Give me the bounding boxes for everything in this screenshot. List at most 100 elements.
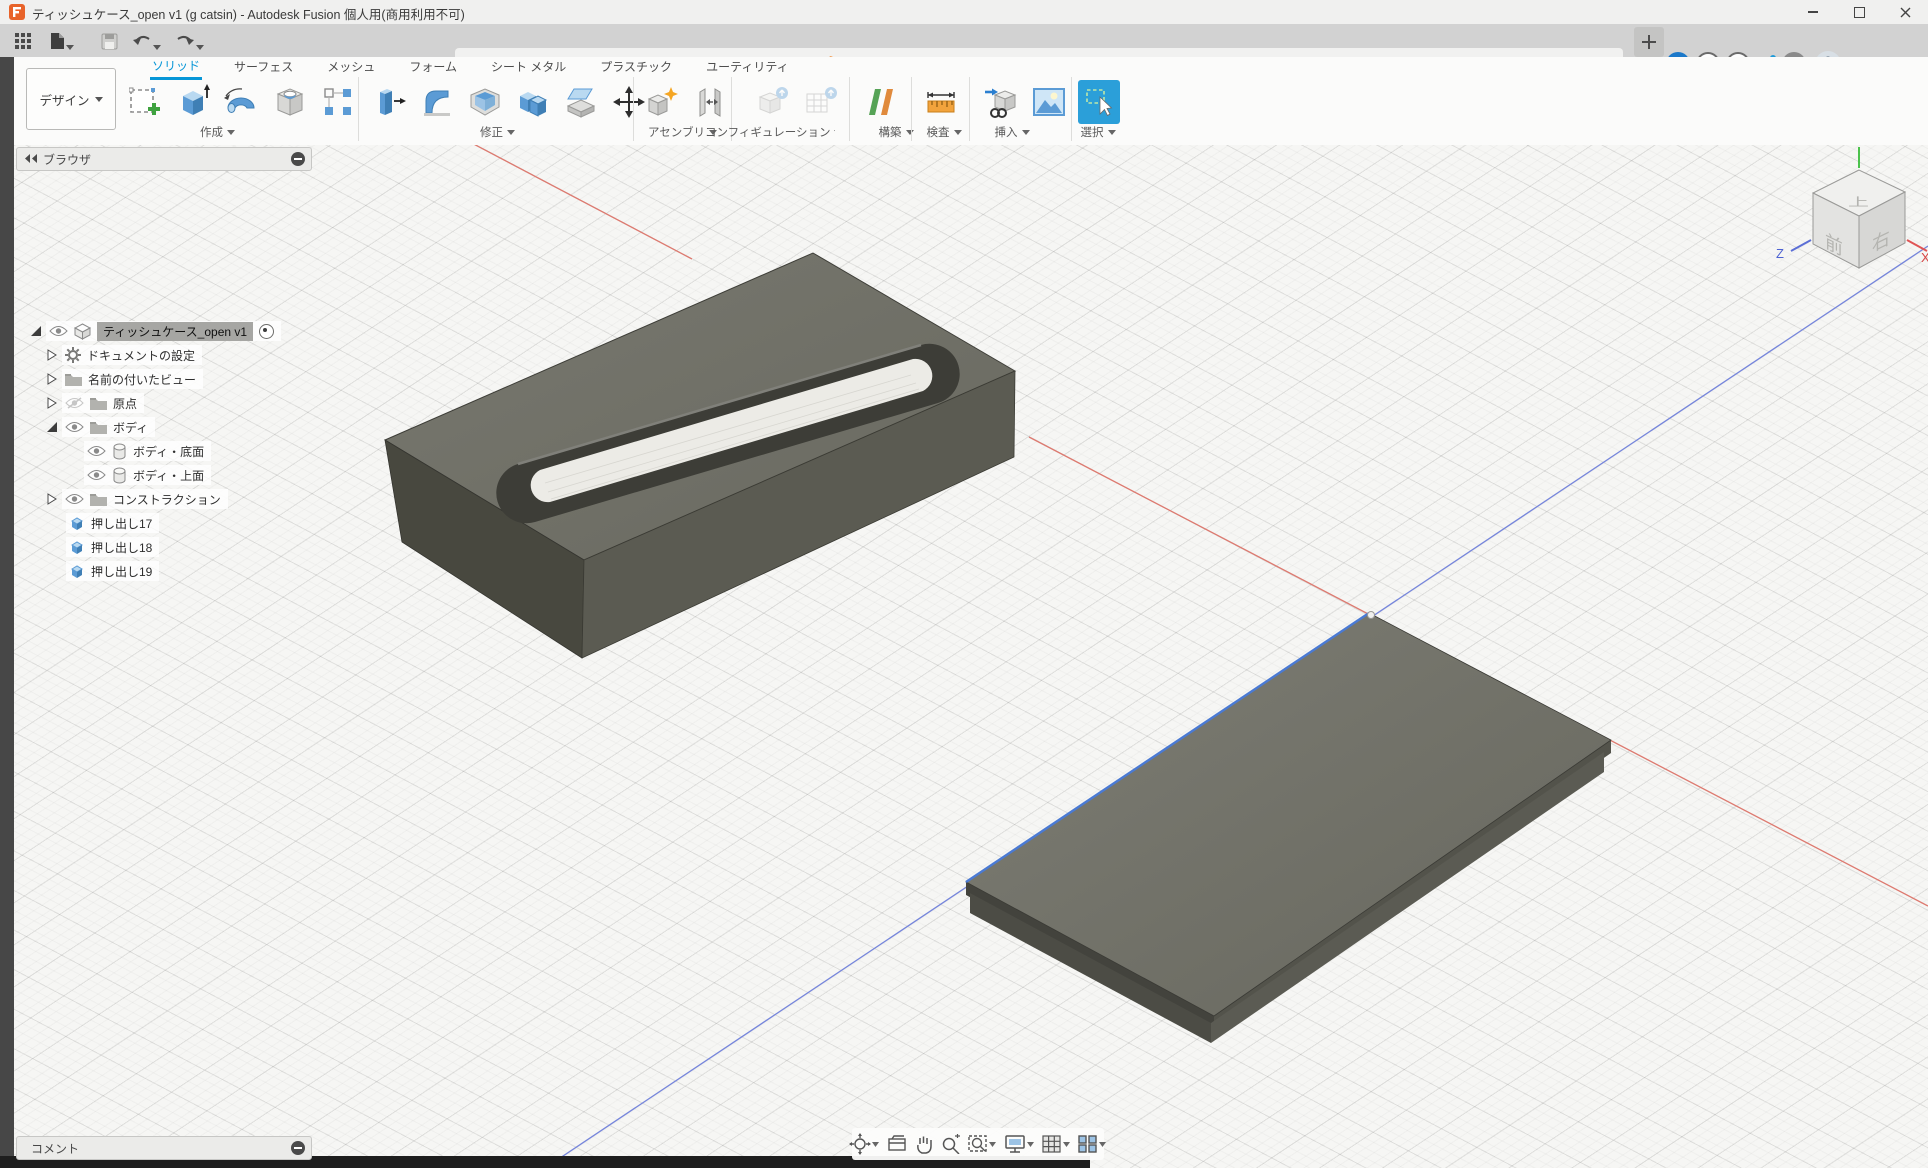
- pan-icon[interactable]: [912, 1134, 936, 1154]
- maximize-button[interactable]: [1836, 0, 1882, 24]
- activate-radio[interactable]: [259, 324, 274, 339]
- tree-row-root[interactable]: ティッシュケース_open v1: [30, 319, 281, 343]
- tree-label[interactable]: 押し出し19: [91, 563, 152, 580]
- eye-icon[interactable]: [49, 325, 68, 337]
- expanded-triangle-icon[interactable]: [30, 325, 42, 337]
- origin-point[interactable]: [1368, 612, 1375, 619]
- group-configuration-label[interactable]: コンフィギュレーション: [705, 123, 835, 141]
- file-menu-caret-icon[interactable]: [66, 37, 74, 55]
- minimize-button[interactable]: [1790, 0, 1836, 24]
- tree-row-extrude19[interactable]: 押し出し19: [66, 559, 159, 583]
- app-grid-icon[interactable]: [12, 30, 34, 52]
- tab-surface[interactable]: サーフェス: [232, 57, 295, 78]
- collapsed-triangle-icon[interactable]: [46, 493, 58, 505]
- display-settings-icon[interactable]: [1002, 1134, 1037, 1154]
- orbit-caret-icon[interactable]: [872, 1142, 880, 1147]
- collapse-chevrons-icon[interactable]: [25, 152, 37, 166]
- tree-row-named-views[interactable]: 名前の付いたビュー: [46, 367, 203, 391]
- tab-plastic[interactable]: プラスチック: [598, 57, 674, 78]
- eye-icon[interactable]: [65, 421, 84, 433]
- combine-icon[interactable]: [512, 80, 554, 124]
- group-modify-label[interactable]: 修正: [455, 123, 540, 141]
- look-at-icon[interactable]: [885, 1135, 909, 1153]
- joint-icon[interactable]: [689, 80, 731, 124]
- fillet-icon[interactable]: [416, 80, 458, 124]
- 3d-scene[interactable]: 上 前 右 Y Z X: [14, 145, 1928, 1168]
- tree-row-bodies[interactable]: ボディ: [46, 415, 155, 439]
- tree-row-origin[interactable]: 原点: [46, 391, 144, 415]
- eye-hidden-icon[interactable]: [65, 397, 84, 410]
- group-inspect-label[interactable]: 検査: [914, 123, 974, 141]
- view-cube[interactable]: 上 前 右 Y Z X: [1776, 145, 1928, 268]
- browser-header[interactable]: ブラウザ: [16, 147, 312, 171]
- viewport[interactable]: 上 前 右 Y Z X: [14, 145, 1928, 1168]
- tree-label[interactable]: 原点: [113, 395, 137, 412]
- browser-minimize-icon[interactable]: [291, 152, 305, 166]
- canvas-icon[interactable]: [1028, 80, 1070, 124]
- collapsed-triangle-icon[interactable]: [46, 349, 58, 361]
- group-create-label[interactable]: 作成: [180, 123, 255, 141]
- tab-solid[interactable]: ソリッド: [150, 56, 202, 80]
- create-sketch-icon[interactable]: [125, 80, 167, 124]
- rectangular-pattern-icon[interactable]: [317, 80, 359, 124]
- insert-derive-icon[interactable]: [980, 80, 1022, 124]
- grid-settings-icon[interactable]: [1040, 1134, 1073, 1154]
- new-tab-button[interactable]: [1634, 27, 1664, 57]
- plate-body[interactable]: [966, 613, 1611, 1043]
- tree-row-extrude17[interactable]: 押し出し17: [66, 511, 159, 535]
- tree-label[interactable]: コンストラクション: [113, 491, 221, 508]
- tree-label[interactable]: 押し出し17: [91, 515, 152, 532]
- tab-sheetmetal[interactable]: シート メタル: [489, 57, 568, 78]
- redo-caret-icon[interactable]: [196, 37, 204, 55]
- new-component-icon[interactable]: [641, 80, 683, 124]
- tree-label[interactable]: ボディ: [113, 419, 148, 436]
- case-body[interactable]: [385, 253, 1015, 658]
- tree-row-document-settings[interactable]: ドキュメントの設定: [46, 343, 202, 367]
- tree-label[interactable]: 名前の付いたビュー: [88, 371, 196, 388]
- group-insert-label[interactable]: 挿入: [982, 123, 1042, 141]
- tree-label[interactable]: 押し出し18: [91, 539, 152, 556]
- side-panel-strip[interactable]: [0, 57, 14, 1168]
- undo-icon[interactable]: [131, 30, 153, 52]
- tree-row-construction[interactable]: コンストラクション: [46, 487, 228, 511]
- measure-icon[interactable]: [920, 80, 962, 124]
- tree-row-body-bottom[interactable]: ボディ・底面: [84, 439, 211, 463]
- viewports-icon[interactable]: [1076, 1135, 1109, 1153]
- shell-icon[interactable]: [464, 80, 506, 124]
- viewcube-top-label[interactable]: 上: [1848, 196, 1869, 209]
- eye-icon[interactable]: [87, 445, 106, 457]
- grid-caret-icon[interactable]: [1063, 1142, 1071, 1147]
- tab-form[interactable]: フォーム: [407, 57, 459, 78]
- comments-minimize-icon[interactable]: [291, 1141, 305, 1155]
- close-button[interactable]: [1882, 0, 1928, 24]
- comments-panel-header[interactable]: コメント: [16, 1136, 312, 1160]
- undo-caret-icon[interactable]: [153, 37, 161, 55]
- eye-icon[interactable]: [87, 469, 106, 481]
- tree-row-extrude18[interactable]: 押し出し18: [66, 535, 159, 559]
- save-icon[interactable]: [98, 30, 120, 52]
- configure-icon[interactable]: [752, 80, 794, 124]
- split-body-icon[interactable]: [560, 80, 602, 124]
- tree-row-body-top[interactable]: ボディ・上面: [84, 463, 211, 487]
- tree-label[interactable]: ドキュメントの設定: [87, 347, 195, 364]
- zoom-icon[interactable]: [939, 1134, 963, 1154]
- tab-mesh[interactable]: メッシュ: [325, 57, 377, 78]
- collapsed-triangle-icon[interactable]: [46, 397, 58, 409]
- tree-label[interactable]: ティッシュケース_open v1: [97, 322, 253, 341]
- redo-icon[interactable]: [174, 30, 196, 52]
- construction-plane-icon[interactable]: [860, 80, 902, 124]
- extrude-icon[interactable]: [173, 80, 215, 124]
- collapsed-triangle-icon[interactable]: [46, 373, 58, 385]
- expanded-triangle-icon[interactable]: [46, 421, 58, 433]
- eye-icon[interactable]: [65, 493, 84, 505]
- display-caret-icon[interactable]: [1027, 1142, 1035, 1147]
- tree-label[interactable]: ボディ・底面: [133, 443, 204, 460]
- fit-caret-icon[interactable]: [989, 1142, 997, 1147]
- group-select-label[interactable]: 選択: [1068, 123, 1128, 141]
- file-menu-icon[interactable]: [46, 30, 68, 52]
- tab-utilities[interactable]: ユーティリティ: [704, 57, 791, 78]
- hole-icon[interactable]: [269, 80, 311, 124]
- revolve-icon[interactable]: [221, 80, 263, 124]
- configuration-table-icon[interactable]: [800, 80, 842, 124]
- press-pull-icon[interactable]: [368, 80, 410, 124]
